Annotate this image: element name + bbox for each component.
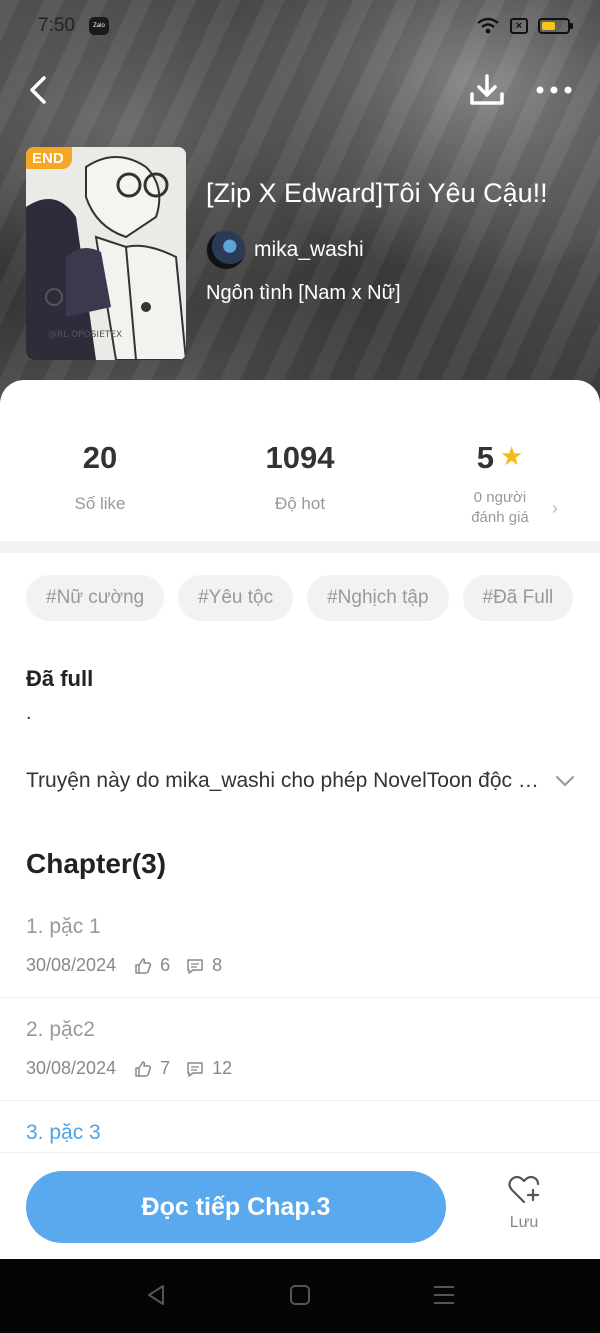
cover-illustration: @RL OPOSIETEX (26, 147, 186, 360)
rating-stat[interactable]: 5 ★ 0 người đánh giá (400, 440, 600, 528)
system-navigation-bar (0, 1259, 600, 1333)
battery-fill (542, 22, 555, 30)
thumbs-up-icon (135, 1060, 152, 1077)
hot-stat: 1094 Độ hot (200, 440, 400, 514)
author-row[interactable]: mika_washi (206, 230, 364, 270)
comment-icon (187, 958, 203, 974)
tag-list: #Nữ cường #Yêu tộc #Nghịch tập #Đã Full (26, 575, 574, 621)
save-label: Lưu (509, 1214, 539, 1231)
more-dots-icon (536, 86, 572, 94)
chapter-meta: 30/08/2024 6 8 (26, 955, 600, 976)
star-icon: ★ (499, 441, 524, 471)
download-button[interactable] (466, 70, 508, 110)
likes-label: Số like (74, 494, 126, 513)
rating-value: 5 (476, 440, 494, 475)
description-row[interactable]: Truyện này do mika_washi cho phép NovelT… (26, 769, 576, 793)
chapter-count-heading: Chapter(3) (26, 848, 167, 879)
sim-off-icon: × (510, 18, 528, 34)
hot-label: Độ hot (274, 494, 326, 513)
chapter-title: 2. pặc2 (26, 1018, 95, 1041)
chapter-meta: 30/08/2024 7 12 (26, 1058, 600, 1079)
rating-label-line1: 0 người (473, 489, 527, 506)
rating-count-label: 0 người đánh giá (400, 488, 600, 528)
chapter-likes: 7 (160, 1058, 171, 1078)
end-badge: END (26, 147, 72, 169)
heart-plus-icon (508, 1175, 540, 1204)
continue-reading-button[interactable]: Đọc tiếp Chap.3 (26, 1171, 446, 1243)
back-button[interactable] (22, 70, 62, 110)
description-dot: . (26, 702, 32, 724)
rating-value-row: 5 ★ (400, 440, 600, 476)
zalo-badge-text: Zalo (93, 23, 105, 29)
chapter-comments: 8 (212, 955, 223, 975)
home-square-icon[interactable] (289, 1283, 311, 1307)
tag-chip[interactable]: #Đã Full (462, 575, 574, 621)
chapter-title: 1. pặc 1 (26, 915, 101, 938)
likes-stat: 20 Số like (0, 440, 200, 514)
battery-icon (538, 18, 573, 34)
back-arrow-icon (30, 76, 46, 104)
chapter-likes: 6 (160, 955, 171, 975)
wifi-icon (477, 17, 499, 34)
top-nav (0, 68, 600, 112)
completion-status: Đã full (26, 666, 94, 691)
chapter-title: 3. pặc 3 (26, 1121, 101, 1144)
save-button[interactable]: Lưu (494, 1175, 554, 1245)
thumbs-up-icon (135, 957, 152, 974)
zalo-notification-icon: Zalo (88, 17, 109, 35)
status-time: 7:50 (38, 15, 75, 36)
author-name[interactable]: mika_washi (254, 238, 364, 262)
chapter-comments: 12 (212, 1058, 233, 1078)
author-avatar[interactable] (206, 230, 246, 270)
description-text: Truyện này do mika_washi cho phép NovelT… (26, 769, 541, 792)
tag-chip[interactable]: #Nữ cường (26, 575, 165, 621)
back-triangle-icon[interactable] (145, 1283, 167, 1307)
status-bar: 7:50 Zalo × (0, 0, 600, 52)
details-sheet: 20 Số like 1094 Độ hot 5 ★ 0 người đánh g… (0, 380, 600, 1260)
chevron-right-icon[interactable]: › (552, 498, 558, 519)
download-icon (470, 74, 504, 105)
story-genre: Ngôn tình [Nam x Nữ] (206, 282, 401, 304)
rating-label-line2: đánh giá (471, 509, 529, 526)
hot-value: 1094 (265, 440, 335, 475)
book-cover[interactable]: @RL OPOSIETEX END (26, 147, 186, 360)
tag-chip[interactable]: #Nghịch tập (307, 575, 449, 621)
more-options-button[interactable] (532, 70, 576, 110)
comment-icon (187, 1061, 203, 1077)
chevron-down-icon[interactable] (554, 770, 576, 792)
tag-chip[interactable]: #Yêu tộc (178, 575, 294, 621)
chapter-date: 30/08/2024 (26, 955, 117, 975)
svg-text:@RL OPOSIETEX: @RL OPOSIETEX (48, 330, 122, 340)
bottom-action-bar: Đọc tiếp Chap.3 Lưu (0, 1152, 600, 1259)
chapter-item[interactable]: 2. pặc2 30/08/2024 7 12 (0, 998, 600, 1101)
section-divider (0, 541, 600, 553)
likes-value: 20 (82, 440, 118, 475)
story-title: [Zip X Edward]Tôi Yêu Cậu!! (206, 178, 548, 208)
chapter-date: 30/08/2024 (26, 1058, 117, 1078)
stats-row: 20 Số like 1094 Độ hot 5 ★ 0 người đánh g… (0, 380, 600, 540)
chapter-item[interactable]: 1. pặc 1 30/08/2024 6 8 (0, 895, 600, 998)
recents-menu-icon[interactable] (432, 1283, 456, 1307)
